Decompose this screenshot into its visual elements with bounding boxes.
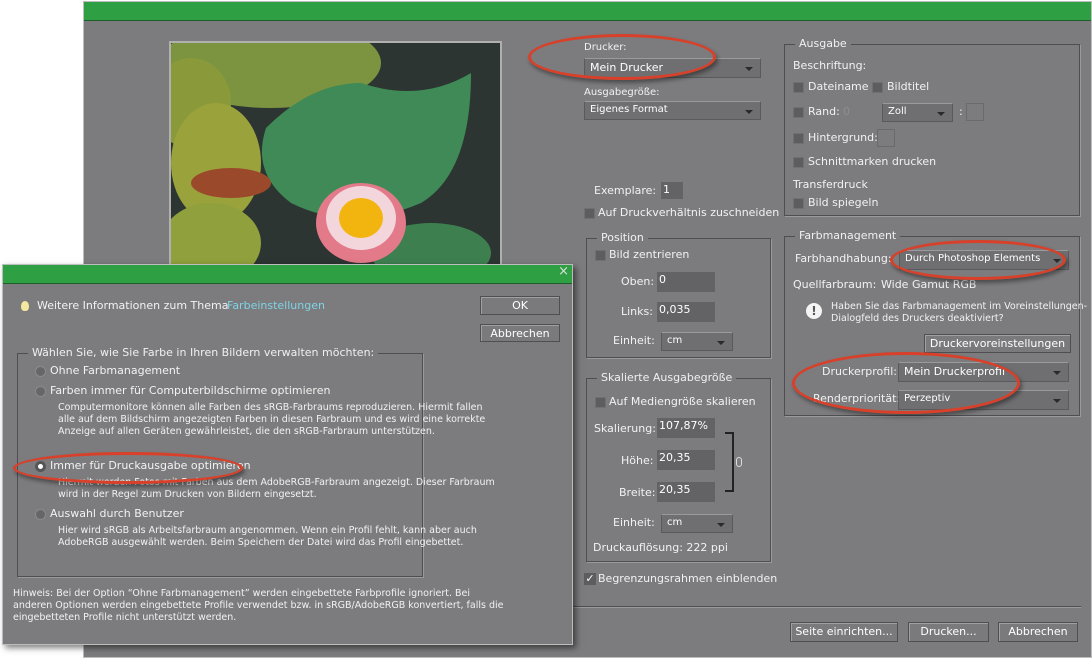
border-unit-select[interactable]: Zoll <box>882 103 953 122</box>
copies-label: Exemplare: <box>594 184 657 197</box>
top-label: Oben: <box>621 275 655 288</box>
crop-marks-label: Schnittmarken drucken <box>808 155 937 168</box>
option-label: Ohne Farbmanagement <box>50 364 181 377</box>
print-resolution: Druckauflösung: 222 ppi <box>593 541 728 554</box>
annotation-oval-handling <box>890 240 1066 280</box>
constrain-bracket <box>725 432 734 492</box>
caption-label: Beschriftung: <box>793 59 867 72</box>
crop-to-ratio-checkbox[interactable] <box>584 208 595 219</box>
option-label: Auswahl durch Benutzer <box>50 507 184 520</box>
warning-line-1: Haben Sie das Farbmanagement im Voreinst… <box>831 301 1088 312</box>
water-lily-image <box>171 43 500 269</box>
option-desc: Anzeige auf allen Geräten gewährleistet,… <box>58 426 435 437</box>
page-setup-button[interactable]: Seite einrichten... <box>790 622 898 642</box>
output-size-select[interactable]: Eigenes Format <box>584 101 761 120</box>
annotation-oval-profile <box>792 352 1020 414</box>
ok-button[interactable]: OK <box>480 296 560 315</box>
print-dialog-titlebar[interactable] <box>84 2 1091 21</box>
option-desc: wird in der Regel zum Drucken von Bilder… <box>58 489 317 500</box>
link-icon[interactable] <box>736 457 742 467</box>
output-group: Ausgabe Beschriftung: Dateiname Bildtite… <box>784 37 1080 216</box>
crop-marks-checkbox[interactable] <box>793 157 804 168</box>
border-colon: : <box>959 105 963 118</box>
crop-to-ratio-label: Auf Druckverhältnis zuschneiden <box>598 206 780 219</box>
color-handling-label: Farbhandhabung: <box>795 252 892 265</box>
option-label: Farben immer für Computerbildschirme opt… <box>50 384 331 397</box>
cancel-button[interactable]: Abbrechen <box>480 324 560 342</box>
scale-to-media-label: Auf Mediengröße skalieren <box>609 395 756 408</box>
transfer-label: Transferdruck <box>793 178 868 191</box>
mirror-label: Bild spiegeln <box>808 196 879 209</box>
info-text: Weitere Informationen zum Thema <box>37 299 229 312</box>
output-title: Ausgabe <box>795 37 851 50</box>
unit-label-scaled: Einheit: <box>613 516 655 529</box>
scale-label: Skalierung: <box>594 422 656 435</box>
background-label: Hintergrund: <box>808 131 878 144</box>
left-label: Links: <box>621 305 653 318</box>
position-title: Position <box>597 231 648 244</box>
bounding-box-checkbox[interactable]: ✓ <box>584 573 596 585</box>
photo-preview <box>169 41 502 271</box>
cancel-button[interactable]: Abbrechen <box>998 622 1078 642</box>
note-line-1: Hinweis: Bei der Option “Ohne Farbmanage… <box>13 588 471 599</box>
option-desc: AdobeRGB ausgewählt werden. Beim Speiche… <box>58 537 464 548</box>
color-settings-dialog: × Weitere Informationen zum Thema Farbei… <box>2 264 573 645</box>
print-button[interactable]: Drucken... <box>908 622 989 642</box>
note-line-2: anderen Optionen werden eingebettete Pro… <box>13 600 504 611</box>
option-desc: alle auf dem Bildschirm angezeigten Farb… <box>58 414 486 425</box>
image-title-checkbox[interactable] <box>872 82 883 93</box>
printer-preferences-button[interactable]: Druckervoreinstellungen <box>924 334 1071 353</box>
radio-user-choice[interactable] <box>35 509 46 520</box>
scaled-size-group: Skalierte Ausgabegröße Auf Mediengröße s… <box>586 371 771 562</box>
left-input[interactable]: 0,035 <box>657 302 715 322</box>
option-desc: Computermonitore können alle Farben des … <box>58 402 483 413</box>
unit-label: Einheit: <box>613 334 655 347</box>
close-icon[interactable]: × <box>558 265 569 279</box>
bounding-box-label: Begrenzungsrahmen einblenden <box>598 572 778 585</box>
border-checkbox[interactable] <box>793 107 804 118</box>
radio-no-color-management[interactable] <box>35 366 46 377</box>
output-size-label: Ausgabegröße: <box>584 87 660 98</box>
center-image-checkbox[interactable] <box>595 250 606 261</box>
annotation-oval-printer <box>528 34 716 80</box>
width-input[interactable]: 20,35 <box>657 482 715 502</box>
option-desc: Hier wird sRGB als Arbeitsfarbraum angen… <box>58 525 477 536</box>
position-unit-select[interactable]: cm <box>661 332 733 351</box>
color-settings-link[interactable]: Farbeinstellungen <box>227 299 325 312</box>
filename-checkbox[interactable] <box>793 82 804 93</box>
note-line-3: eingebetteten Profile nicht unterstützt … <box>13 612 237 623</box>
color-settings-titlebar[interactable] <box>3 265 572 284</box>
copies-input[interactable]: 1 <box>661 182 683 199</box>
color-options-title: Wählen Sie, wie Sie Farbe in Ihren Bilde… <box>28 346 379 359</box>
border-value[interactable]: 0 <box>843 105 850 118</box>
lightbulb-icon <box>21 301 29 311</box>
warning-icon: ! <box>806 303 822 319</box>
scaled-size-title: Skalierte Ausgabegröße <box>597 371 737 384</box>
mirror-checkbox[interactable] <box>793 198 804 209</box>
scaled-unit-select[interactable]: cm <box>661 514 733 533</box>
height-input[interactable]: 20,35 <box>657 450 715 470</box>
image-title-label: Bildtitel <box>887 80 930 93</box>
warning-line-2: Dialogfeld des Druckers deaktiviert? <box>831 313 1004 324</box>
filename-label: Dateiname <box>808 80 869 93</box>
border-label: Rand: <box>808 105 840 118</box>
scale-input[interactable]: 107,87% <box>657 418 715 438</box>
source-space-value: Wide Gamut RGB <box>881 278 977 291</box>
annotation-oval-print-option <box>13 452 243 484</box>
border-color-swatch[interactable] <box>966 103 984 121</box>
color-management-title: Farbmanagement <box>795 229 901 242</box>
source-space-label: Quellfarbraum: <box>793 278 877 291</box>
background-color-swatch[interactable] <box>877 129 895 147</box>
background-checkbox[interactable] <box>793 133 804 144</box>
width-label: Breite: <box>619 486 656 499</box>
top-input[interactable]: 0 <box>657 272 715 292</box>
scale-to-media-checkbox[interactable] <box>595 397 606 408</box>
height-label: Höhe: <box>621 454 654 467</box>
radio-optimize-screen[interactable] <box>35 386 46 397</box>
center-image-label: Bild zentrieren <box>609 248 690 261</box>
position-group: Position Bild zentrieren Oben: 0 Links: … <box>586 231 771 358</box>
